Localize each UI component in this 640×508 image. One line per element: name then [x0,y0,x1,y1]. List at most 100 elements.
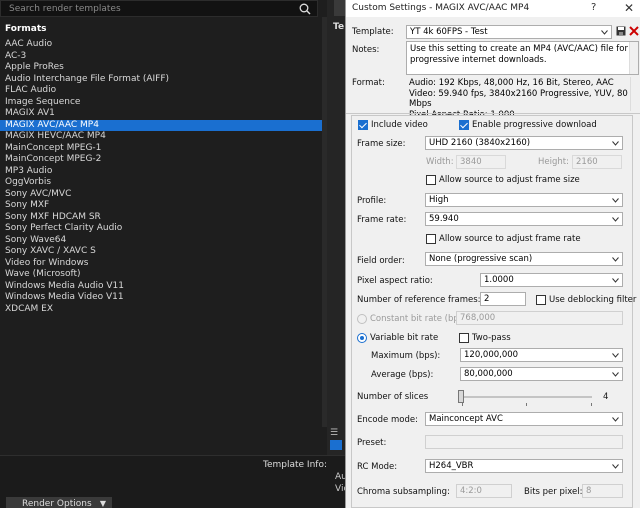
format-list-item[interactable]: MAGIX AV1 [0,108,322,120]
progressive-download-checkbox[interactable] [459,120,469,130]
format-list-item[interactable]: Image Sequence [0,97,322,109]
notes-value: Use this setting to create an MP4 (AVC/A… [410,44,628,65]
format-list-item[interactable]: Wave (Microsoft) [0,269,322,281]
rc-mode-value: H264_VBR [429,461,474,471]
deblocking-checkbox[interactable] [536,295,546,305]
format-list-item[interactable]: Sony Perfect Clarity Audio [0,223,322,235]
cbr-combo[interactable]: 768,000 [456,311,623,325]
pixel-aspect-combo[interactable]: 1.0000 [480,273,623,287]
encode-mode-combo[interactable]: Mainconcept AVC [425,412,623,426]
format-list-item[interactable]: Windows Media Audio V11 [0,281,322,293]
format-list-item[interactable]: OggVorbis [0,177,322,189]
template-label: Template: [352,27,394,37]
format-list-item[interactable]: Sony MXF [0,200,322,212]
include-video-checkbox[interactable] [358,120,368,130]
max-bps-value: 120,000,000 [464,350,519,360]
template-combo[interactable]: YT 4k 60FPS - Test [406,25,612,39]
format-list-item[interactable]: MAGIX HEVC/AAC MP4 [0,131,322,143]
format-list-item[interactable]: Apple ProRes [0,62,322,74]
format-line-video: Video: 59.940 fps, 3840x2160 Progressive… [409,88,628,110]
vbr-radio[interactable] [357,333,367,343]
list-view-icon[interactable]: ☰ [330,428,338,438]
avg-bps-value: 80,000,000 [464,369,513,379]
bpp-combo[interactable]: 8 [582,484,623,498]
search-input[interactable]: Search render templates [0,0,318,17]
width-field[interactable]: 3840 [456,155,506,169]
format-list-item[interactable]: XDCAM EX [0,304,322,316]
cbr-value: 768,000 [460,313,496,323]
format-list-item[interactable]: Video for Windows [0,258,322,270]
notes-field[interactable]: Use this setting to create an MP4 (AVC/A… [406,41,639,75]
frame-rate-label: Frame rate: [357,215,407,225]
avg-bps-combo[interactable]: 80,000,000 [460,367,623,381]
two-pass-label: Two-pass [472,333,511,343]
chroma-value: 4:2:0 [460,486,482,496]
format-list-item[interactable]: Sony MXF HDCAM SR [0,212,322,224]
render-options-button[interactable]: Render Options ▼ [6,497,112,508]
format-list-item[interactable]: MAGIX AVC/AAC MP4 [0,119,322,131]
allow-frame-rate-checkbox[interactable] [426,234,436,244]
profile-label: Profile: [357,196,387,206]
format-list-item[interactable]: Audio Interchange File Format (AIFF) [0,74,322,86]
two-pass-checkbox[interactable] [459,333,469,343]
height-field[interactable]: 2160 [572,155,622,169]
chevron-down-icon [612,141,619,146]
dialog-titlebar: Custom Settings - MAGIX AVC/AAC MP4 ? ✕ [346,0,640,17]
format-scrollbar[interactable] [630,77,639,111]
format-list-item[interactable]: MainConcept MPEG-2 [0,154,322,166]
chevron-down-icon [612,353,619,358]
save-icon[interactable] [616,26,626,36]
allow-frame-size-checkbox[interactable] [426,175,436,185]
format-list-item[interactable]: AC-3 [0,51,322,63]
notes-scrollbar[interactable] [629,42,638,74]
avg-bps-label: Average (bps): [371,370,434,380]
slices-value: 4 [603,392,609,402]
chevron-down-icon [612,278,619,283]
selected-template-marker[interactable] [330,440,342,450]
help-button[interactable]: ? [591,2,596,13]
rc-mode-combo[interactable]: H264_VBR [425,459,623,473]
frame-size-combo[interactable]: UHD 2160 (3840x2160) [425,136,623,150]
format-line-audio: Audio: 192 Kbps, 48,000 Hz, 16 Bit, Ster… [409,78,614,88]
max-bps-label: Maximum (bps): [371,351,441,361]
ref-frames-field[interactable]: 2 [480,292,526,306]
chroma-combo[interactable]: 4:2:0 [456,484,512,498]
frame-rate-value: 59.940 [429,214,459,224]
chevron-down-icon [612,257,619,262]
frame-rate-combo[interactable]: 59.940 [425,212,623,226]
chevron-down-icon [612,217,619,222]
format-list-item[interactable]: AAC Audio [0,39,322,51]
close-button[interactable]: ✕ [624,1,634,15]
preset-combo[interactable] [425,435,623,449]
field-order-combo[interactable]: None (progressive scan) [425,252,623,266]
slider-tick [526,403,527,406]
bpp-label: Bits per pixel: [524,487,583,497]
profile-combo[interactable]: High [425,193,623,207]
format-list-item[interactable]: Sony Wave64 [0,235,322,247]
custom-settings-dialog: Custom Settings - MAGIX AVC/AAC MP4 ? ✕ … [345,0,640,508]
chevron-down-icon [601,30,608,35]
slider-tick [591,403,592,406]
delete-icon[interactable] [629,26,639,36]
chevron-down-icon: ▼ [99,499,106,508]
max-bps-combo[interactable]: 120,000,000 [460,348,623,362]
format-list-item[interactable]: Sony AVC/MVC [0,189,322,201]
format-list-item[interactable]: Windows Media Video V11 [0,292,322,304]
slices-slider-thumb[interactable] [458,390,464,403]
frame-size-label: Frame size: [357,139,406,149]
width-label: Width: [426,157,454,167]
search-icon[interactable] [299,3,311,15]
slices-slider-track[interactable] [462,396,592,398]
format-list-item[interactable]: Sony XAVC / XAVC S [0,246,322,258]
cbr-radio[interactable] [357,314,367,324]
format-list-item[interactable]: MP3 Audio [0,166,322,178]
chevron-down-icon [612,372,619,377]
settings-scrollbar[interactable] [633,115,640,508]
deblocking-label: Use deblocking filter [549,295,637,305]
templates-tab-label: Te [333,22,345,32]
cbr-label: Constant bit rate (bps): [370,314,470,324]
format-list-item[interactable]: MainConcept MPEG-1 [0,143,322,155]
render-options-label: Render Options [22,499,92,508]
template-info-label: Template Info: [263,460,327,470]
format-list-item[interactable]: FLAC Audio [0,85,322,97]
